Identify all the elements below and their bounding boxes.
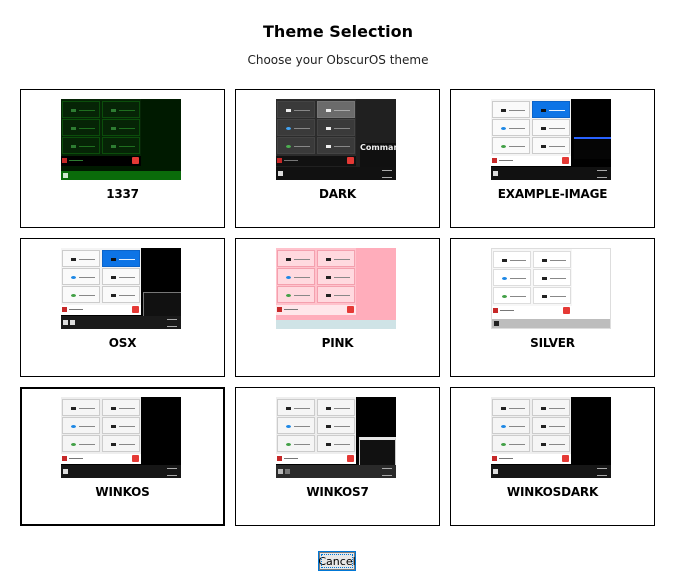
theme-card-dark[interactable]: Comman DARK [235,89,440,228]
theme-label: 1337 [106,187,139,201]
theme-preview-example-image [491,99,611,180]
theme-label: WINKOS7 [306,485,369,499]
theme-label: WINKOS [95,485,150,499]
theme-preview-pink [276,248,396,329]
theme-preview-winkos7 [276,397,396,478]
theme-card-example-image[interactable]: EXAMPLE-IMAGE [450,89,655,228]
command-window-thumb: Comman [360,143,396,167]
theme-label: WINKOSDARK [506,485,599,499]
theme-grid: 1337 Comman DARK EXAMPLE-IMAGE OSX PINK … [0,0,676,575]
theme-card-silver[interactable]: SILVER [450,238,655,377]
theme-label: OSX [108,336,137,350]
theme-card-winkos7[interactable]: WINKOS7 [235,387,440,526]
theme-label: DARK [319,187,356,201]
cancel-button[interactable]: Cancel [318,552,356,570]
theme-label: PINK [321,336,354,350]
theme-card-pink[interactable]: PINK [235,238,440,377]
theme-card-winkos[interactable]: WINKOS [20,387,225,526]
theme-preview-osx [61,248,181,329]
theme-card-osx[interactable]: OSX [20,238,225,377]
theme-preview-winkosdark [491,397,611,478]
theme-preview-dark: Comman [276,99,396,180]
theme-card-winkosdark[interactable]: WINKOSDARK [450,387,655,526]
theme-preview-1337 [61,99,181,180]
theme-label: EXAMPLE-IMAGE [497,187,608,201]
theme-label: SILVER [530,336,575,350]
theme-card-1337[interactable]: 1337 [20,89,225,228]
theme-preview-winkos [61,397,181,478]
theme-preview-silver [491,248,611,329]
